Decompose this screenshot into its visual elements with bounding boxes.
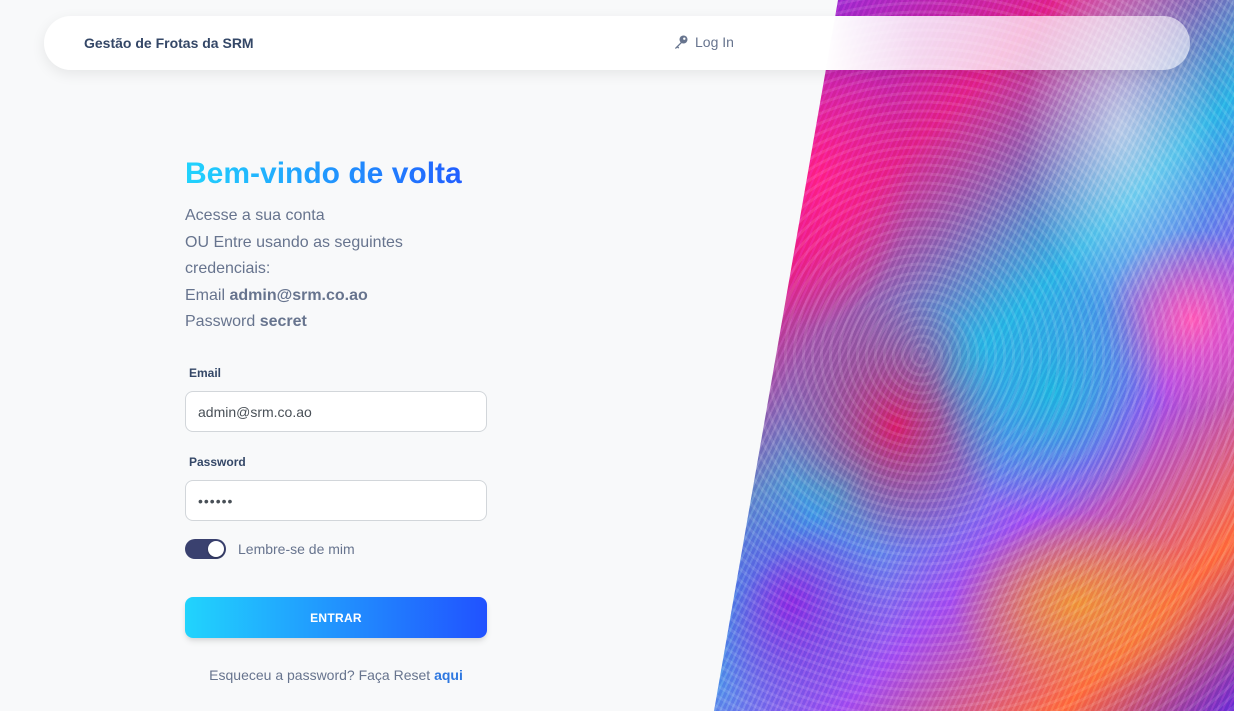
top-navbar: Gestão de Frotas da SRM Log In	[44, 16, 1190, 70]
password-label: Password	[189, 455, 246, 469]
demo-password-prefix: Password	[185, 313, 256, 330]
email-label: Email	[189, 366, 222, 380]
email-field[interactable]	[185, 391, 487, 432]
demo-password-value: secret	[259, 313, 307, 330]
nav-login-label: Log In	[695, 34, 734, 50]
intro-line-1: Acesse a sua conta	[185, 207, 325, 224]
reset-password-link[interactable]: aqui	[434, 667, 463, 683]
forgot-password-prefix: Esqueceu a password? Faça Reset	[209, 667, 431, 683]
login-page: Gestão de Frotas da SRM Log In Bem-vindo…	[0, 0, 1234, 711]
demo-email-line: Email admin@srm.co.ao	[185, 283, 490, 310]
demo-password-line: Password secret	[185, 309, 490, 336]
password-field[interactable]	[185, 480, 487, 521]
demo-email-prefix: Email	[185, 286, 226, 304]
demo-email-value: admin@srm.co.ao	[229, 286, 368, 304]
remember-me-toggle[interactable]	[185, 539, 226, 559]
submit-button[interactable]: ENTRAR	[185, 597, 487, 638]
decorative-background-art	[714, 0, 1234, 711]
intro-line-2: OU Entre usando as seguintes credenciais…	[185, 233, 403, 278]
remember-me-row: Lembre-se de mim	[185, 539, 355, 559]
toggle-knob	[208, 541, 224, 557]
key-icon	[673, 34, 689, 50]
nav-login-link[interactable]: Log In	[673, 34, 734, 50]
remember-me-label[interactable]: Lembre-se de mim	[238, 541, 355, 557]
login-instructions: Acesse a sua conta OU Entre usando as se…	[185, 203, 490, 336]
page-title: Bem-vindo de volta	[185, 150, 490, 198]
forgot-password-text: Esqueceu a password? Faça Reset aqui	[185, 667, 487, 683]
brand-name[interactable]: Gestão de Frotas da SRM	[84, 35, 254, 51]
login-card: Bem-vindo de volta Acesse a sua conta OU…	[185, 150, 490, 683]
